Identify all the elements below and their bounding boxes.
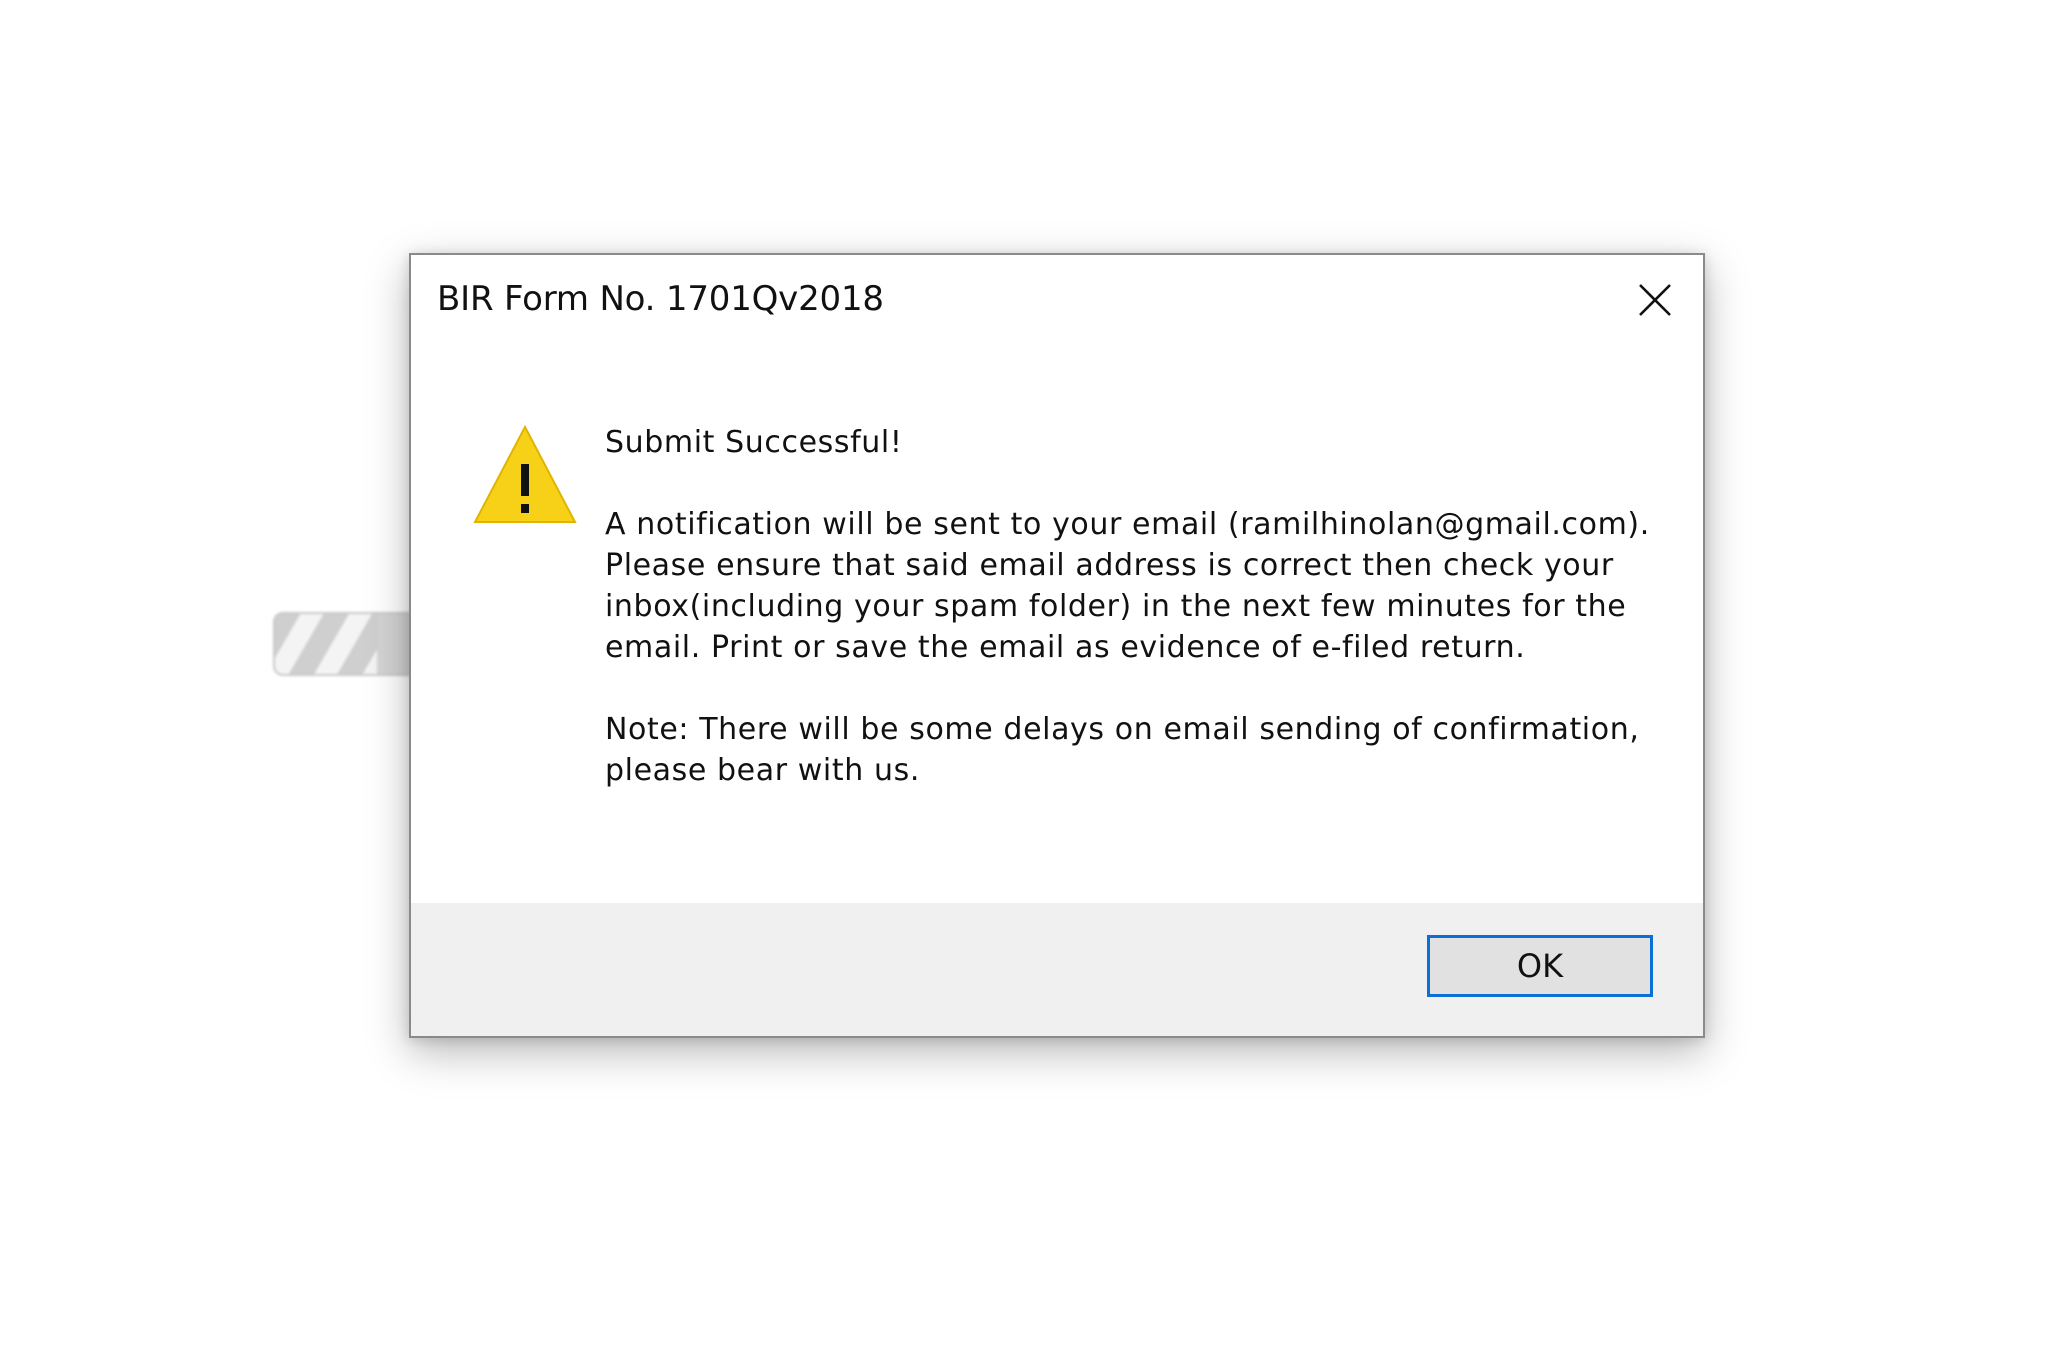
dialog-titlebar[interactable]: BIR Form No. 1701Qv2018 [411,255,1703,347]
message-text: Submit Successful! A notification will b… [605,422,1655,791]
message-headline: Submit Successful! [605,425,903,460]
progress-fill [275,614,378,674]
ok-button[interactable]: OK [1427,935,1653,997]
message-note: Note: There will be some delays on email… [605,712,1640,788]
close-icon [1639,284,1671,316]
progress-bar [273,612,423,676]
dialog-title: BIR Form No. 1701Qv2018 [437,279,884,319]
message-body: A notification will be sent to your emai… [605,507,1650,665]
dialog-footer: OK [411,903,1703,1036]
warning-icon [472,424,578,530]
close-button[interactable] [1627,275,1683,325]
